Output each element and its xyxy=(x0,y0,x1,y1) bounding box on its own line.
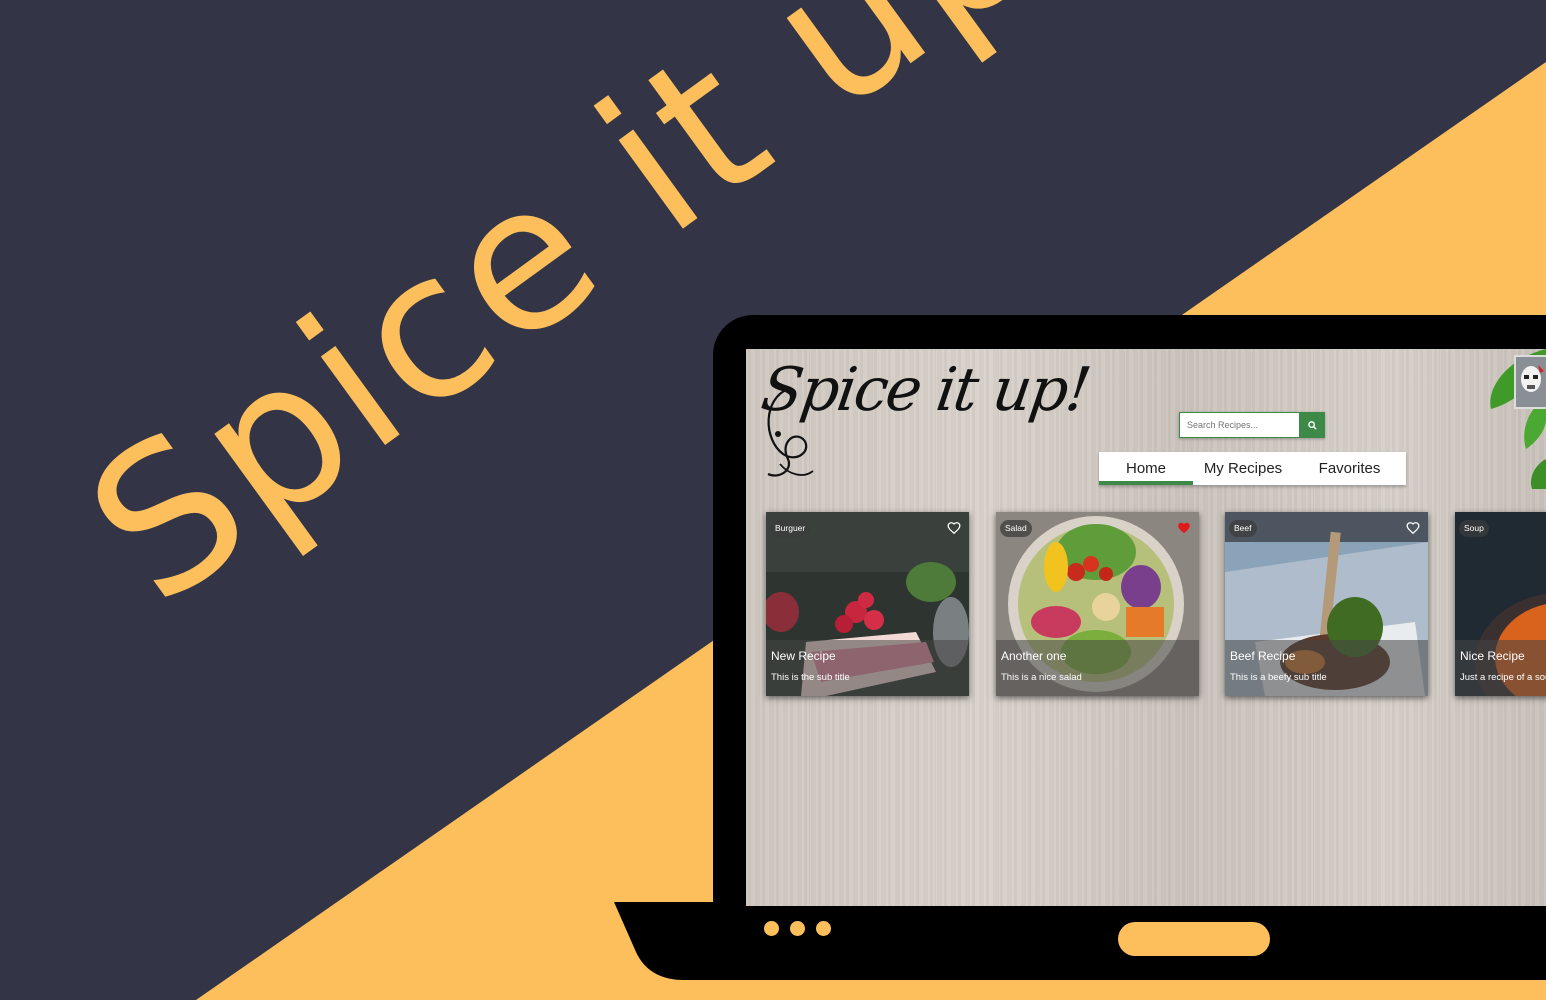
recipe-card-title: Beef Recipe xyxy=(1230,649,1296,663)
recipe-card-title: New Recipe xyxy=(771,649,836,663)
recipe-card[interactable]: Beef Beef Recipe This is a beefy sub tit… xyxy=(1225,512,1428,696)
category-chip: Soup xyxy=(1459,520,1489,537)
recipe-card-subtitle: This is a beefy sub title xyxy=(1230,672,1327,683)
tab-my-recipes[interactable]: My Recipes xyxy=(1193,452,1293,485)
app-screen: Spice it up! Home My Recipes Favorites xyxy=(746,349,1546,906)
recipe-card-subtitle: Just a recipe of a soup xyxy=(1460,672,1546,683)
heart-filled-icon[interactable] xyxy=(1177,521,1191,535)
indicator-dot xyxy=(816,921,831,936)
heart-outline-icon[interactable] xyxy=(947,521,961,535)
app-logo[interactable]: Spice it up! xyxy=(757,355,1093,425)
tab-home[interactable]: Home xyxy=(1099,452,1193,485)
laptop-trackpad xyxy=(1118,922,1270,956)
search-bar xyxy=(1179,412,1325,438)
recipe-card[interactable]: Salad Another one This is a nice salad xyxy=(996,512,1199,696)
recipe-card-title: Another one xyxy=(1001,649,1067,663)
recipe-card-subtitle: This is a nice salad xyxy=(1001,672,1082,683)
category-chip: Salad xyxy=(1000,520,1032,537)
laptop-indicator-dots xyxy=(764,921,831,936)
indicator-dot xyxy=(790,921,805,936)
category-chip: Beef xyxy=(1229,520,1257,537)
recipe-card[interactable]: Soup Nice Recipe Just a recipe of a soup xyxy=(1455,512,1546,696)
category-chip: Burguer xyxy=(770,520,811,537)
laptop-base xyxy=(614,902,1546,980)
main-nav: Home My Recipes Favorites xyxy=(1099,452,1406,485)
recipe-card-subtitle: This is the sub title xyxy=(771,672,850,683)
recipe-card-title: Nice Recipe xyxy=(1460,649,1525,663)
search-icon xyxy=(1307,420,1317,430)
recipe-card[interactable]: Burguer New Recipe This is the sub title xyxy=(766,512,969,696)
search-input[interactable] xyxy=(1179,412,1299,438)
indicator-dot xyxy=(764,921,779,936)
heart-outline-icon[interactable] xyxy=(1406,521,1420,535)
user-avatar[interactable] xyxy=(1514,355,1546,409)
stormtrooper-avatar-icon xyxy=(1516,357,1546,407)
tab-favorites[interactable]: Favorites xyxy=(1293,452,1406,485)
search-button[interactable] xyxy=(1299,412,1325,438)
